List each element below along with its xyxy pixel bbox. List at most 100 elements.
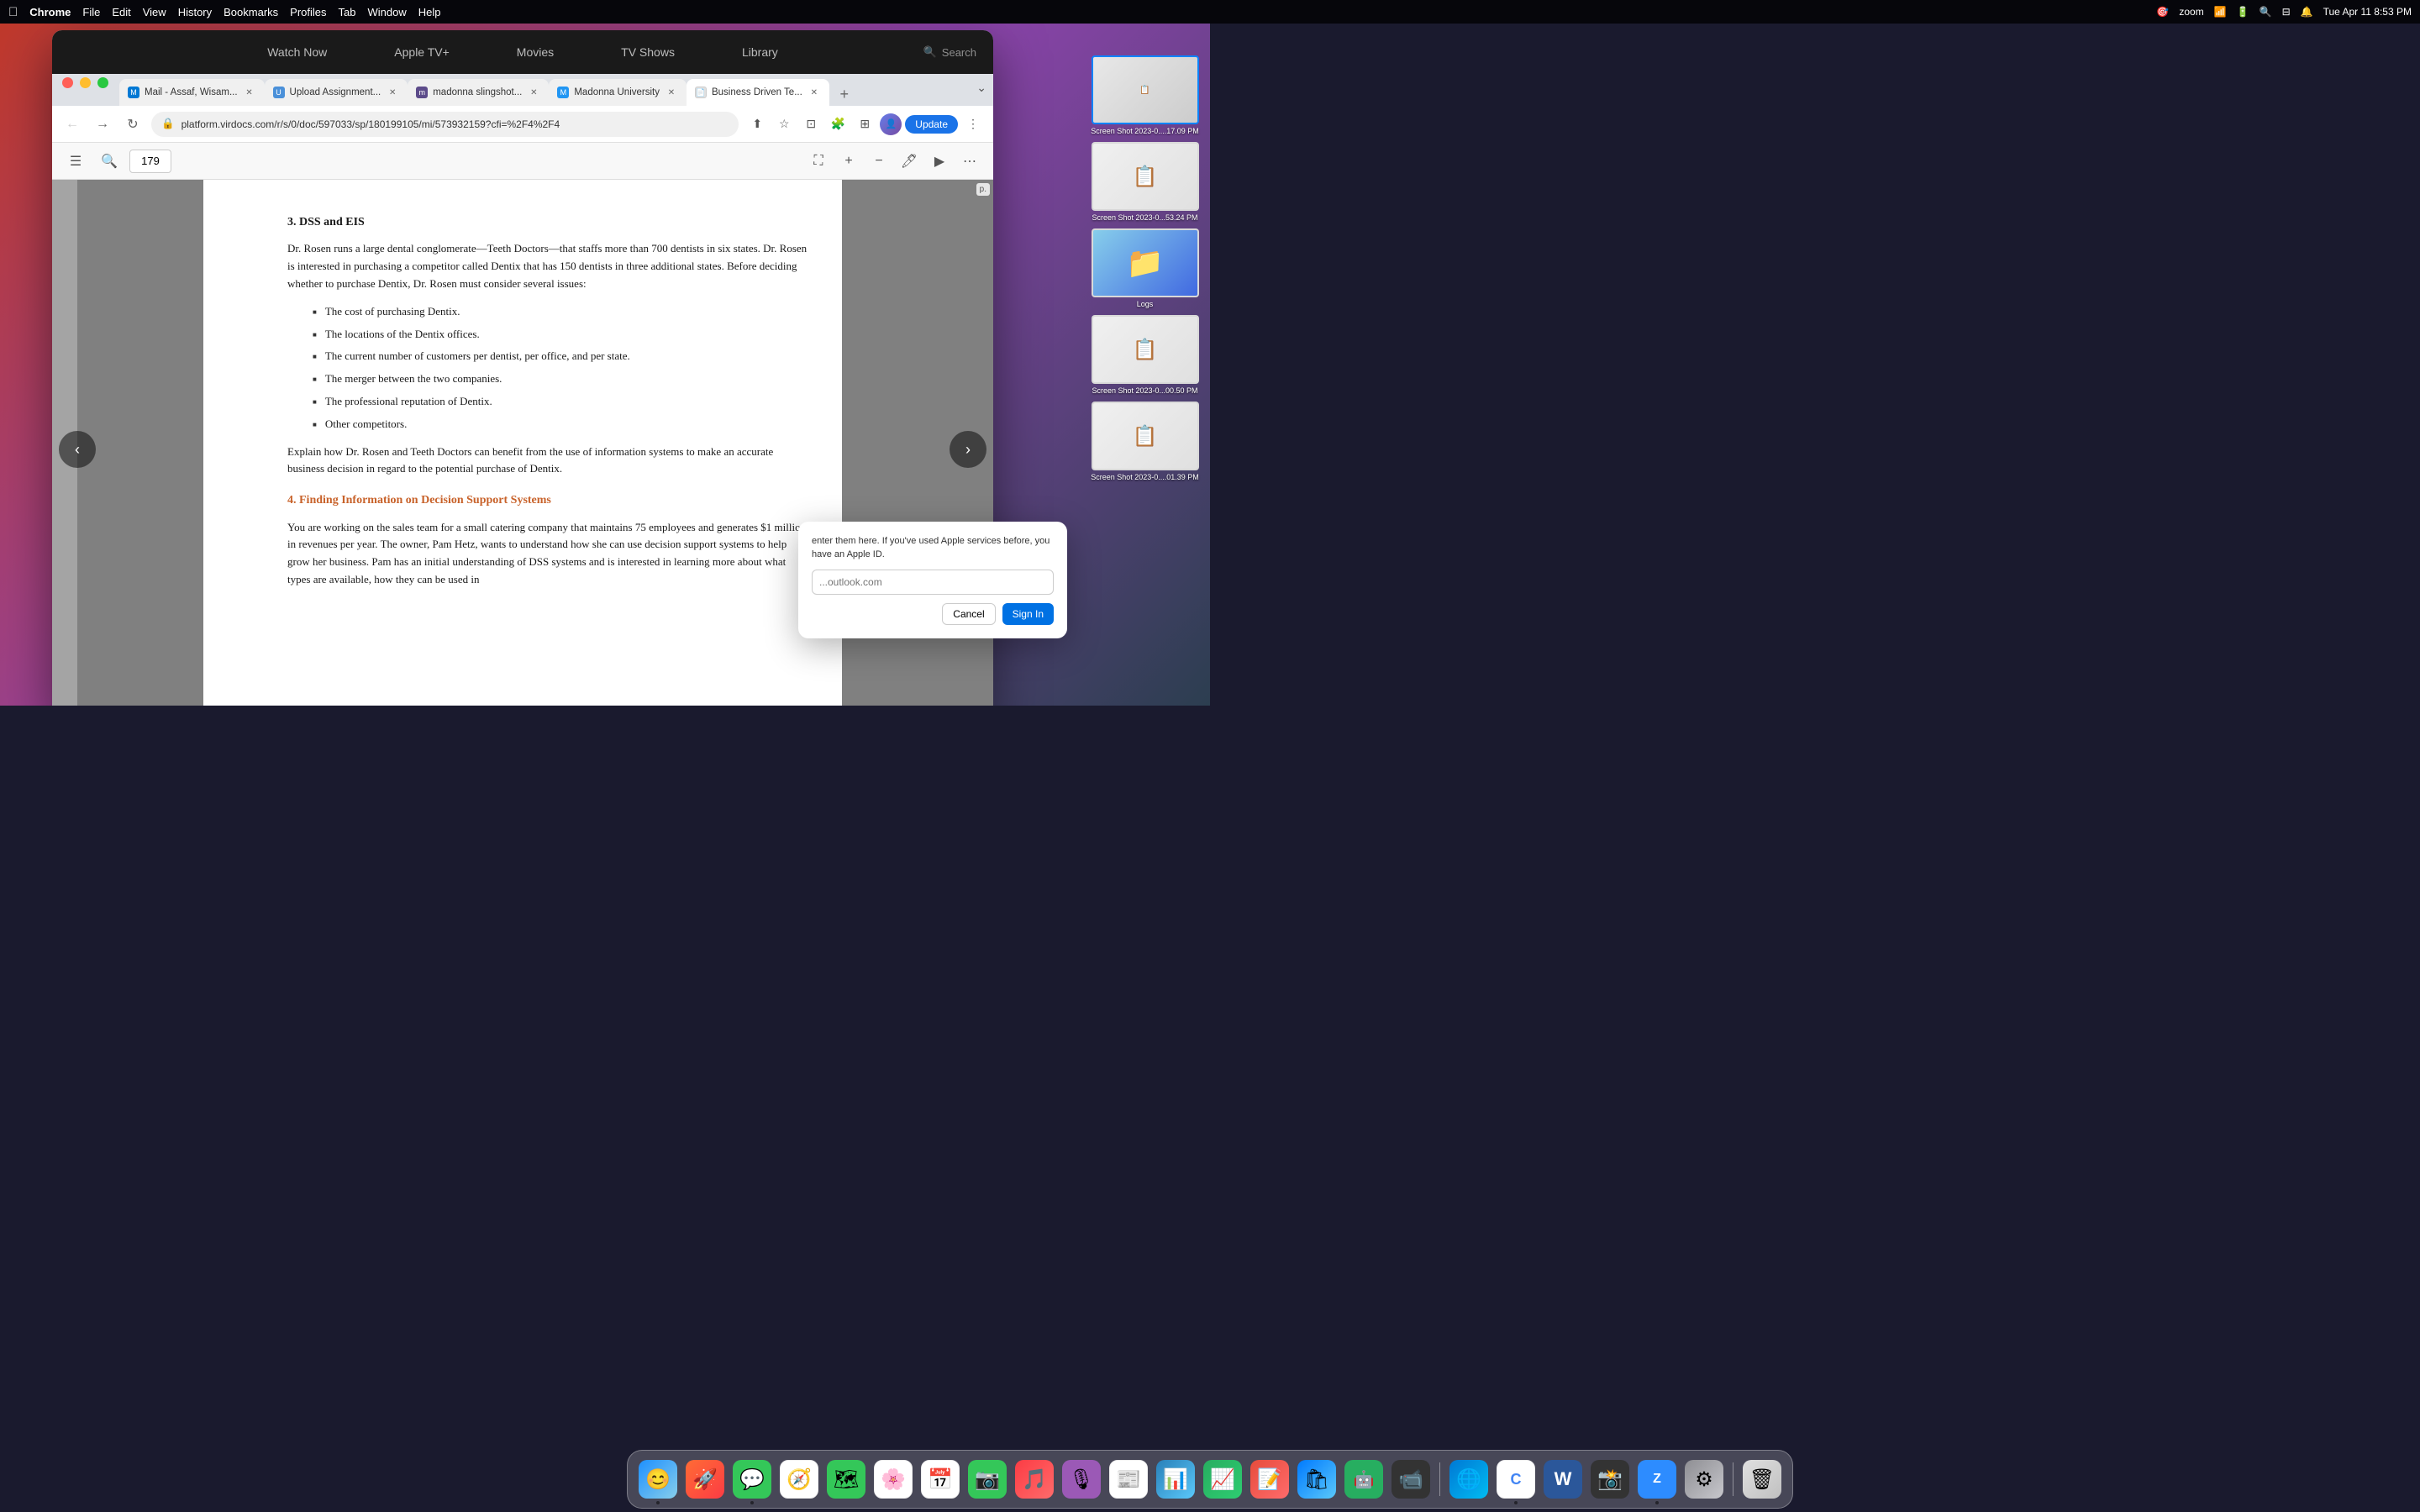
chrome-menu-icon[interactable]: ⋮ (961, 113, 985, 136)
bookmark-icon[interactable]: ☆ (772, 113, 796, 136)
pdf-play-button[interactable]: ▶ (926, 148, 953, 175)
dock-item-zoom[interactable]: Z (1635, 1457, 1679, 1501)
desktop-item-screenshot3[interactable]: 📋 Screen Shot 2023-0...00.50 PM (1086, 315, 1203, 395)
tab-madonna[interactable]: m madonna slingshot... ✕ (408, 79, 549, 106)
new-tab-button[interactable]: + (833, 82, 856, 106)
update-button[interactable]: Update (905, 115, 958, 134)
signin-email-input[interactable] (812, 570, 1054, 595)
pdf-page-number-input[interactable] (129, 150, 171, 173)
tab-favicon-business: 📄 (695, 87, 707, 98)
dock-item-messages[interactable]: 💬 (730, 1457, 774, 1501)
dock-item-maps[interactable]: 🗺 (824, 1457, 868, 1501)
pdf-more-button[interactable]: ⋯ (956, 148, 983, 175)
split-view-icon[interactable]: ⊞ (853, 113, 876, 136)
zoom-dock-icon: Z (1638, 1460, 1676, 1499)
appletv-search-label: Search (942, 46, 976, 59)
menu-tab[interactable]: Tab (339, 6, 356, 18)
wifi-icon[interactable]: 📶 (2214, 6, 2227, 18)
menu-file[interactable]: File (82, 6, 100, 18)
tab-close-mail[interactable]: ✕ (243, 86, 256, 99)
dock-item-safari[interactable]: 🧭 (777, 1457, 821, 1501)
desktop-item-screenshot4[interactable]: 📋 Screen Shot 2023-0....01.39 PM (1086, 402, 1203, 481)
dock-item-launchpad[interactable]: 🚀 (683, 1457, 727, 1501)
maximize-button[interactable] (97, 77, 108, 88)
launchpad-icon: 🚀 (686, 1460, 724, 1499)
dock-item-music[interactable]: 🎵 (1013, 1457, 1056, 1501)
dock-item-pages[interactable]: 📝 (1248, 1457, 1292, 1501)
dock-item-calendar[interactable]: 📅 (918, 1457, 962, 1501)
calendar-icon: 📅 (921, 1460, 960, 1499)
notification-icon[interactable]: 🔔 (2301, 6, 2313, 18)
close-button[interactable] (62, 77, 73, 88)
back-button[interactable]: ← (60, 113, 84, 136)
dock-item-android[interactable]: 🤖 (1342, 1457, 1386, 1501)
dock-item-keynote[interactable]: 📊 (1154, 1457, 1197, 1501)
appletv-library[interactable]: Library (734, 40, 786, 64)
dock-item-news[interactable]: 📰 (1107, 1457, 1150, 1501)
dock-item-podcasts[interactable]: 🎙 (1060, 1457, 1103, 1501)
apple-menu[interactable]:  (8, 5, 18, 19)
bullet-marker-4: ■ (313, 375, 317, 386)
dock-item-numbers[interactable]: 📈 (1201, 1457, 1244, 1501)
menu-edit[interactable]: Edit (112, 6, 130, 18)
forward-button[interactable]: → (91, 113, 114, 136)
appletv-tvshows[interactable]: TV Shows (613, 40, 683, 64)
dock-item-facetime[interactable]: 📷 (965, 1457, 1009, 1501)
menu-help[interactable]: Help (418, 6, 441, 18)
dock-item-screenrecorder[interactable]: 📹 (1389, 1457, 1433, 1501)
tab-close-madonna-uni[interactable]: ✕ (665, 86, 678, 99)
dock-item-photos[interactable]: 🌸 (871, 1457, 915, 1501)
pdf-zoom-in-button[interactable]: + (835, 148, 862, 175)
zoom-dot (1655, 1501, 1659, 1504)
dock-item-appstore[interactable]: 🛍 (1295, 1457, 1339, 1501)
menu-window[interactable]: Window (368, 6, 407, 18)
tab-close-upload[interactable]: ✕ (386, 86, 399, 99)
tab-close-business[interactable]: ✕ (808, 86, 821, 99)
desktop-item-screenshot1[interactable]: 📋 Screen Shot 2023-0....17.09 PM (1086, 55, 1203, 135)
appletv-watch-now[interactable]: Watch Now (259, 40, 335, 64)
signin-submit-button[interactable]: Sign In (1002, 603, 1054, 625)
reload-button[interactable]: ↻ (121, 113, 145, 136)
menu-bookmarks[interactable]: Bookmarks (224, 6, 278, 18)
dock-item-sysprefs[interactable]: ⚙ (1682, 1457, 1726, 1501)
dock-item-trash[interactable]: 🗑 (1740, 1457, 1784, 1501)
capture-icon[interactable]: ⊡ (799, 113, 823, 136)
menu-view[interactable]: View (143, 6, 166, 18)
profile-avatar[interactable]: 👤 (880, 113, 902, 135)
pdf-prev-button[interactable]: ‹ (59, 431, 96, 468)
pdf-zoom-out-button[interactable]: − (865, 148, 892, 175)
minimize-button[interactable] (80, 77, 91, 88)
url-bar[interactable]: 🔒 platform.virdocs.com/r/s/0/doc/597033/… (151, 112, 739, 137)
dock-item-finder[interactable]: 😊 (636, 1457, 680, 1501)
tabs-bar: M Mail - Assaf, Wisam... ✕ U Upload Assi… (52, 74, 993, 106)
menu-profiles[interactable]: Profiles (290, 6, 326, 18)
dock-item-camera[interactable]: 📸 (1588, 1457, 1632, 1501)
dock-item-edge[interactable]: 🌐 (1447, 1457, 1491, 1501)
appletv-search[interactable]: 🔍 Search (923, 45, 976, 59)
appletv-plus[interactable]: Apple TV+ (386, 40, 458, 64)
tab-close-madonna[interactable]: ✕ (527, 86, 540, 99)
app-name[interactable]: Chrome (29, 6, 71, 18)
signin-cancel-button[interactable]: Cancel (942, 603, 995, 625)
pdf-search-button[interactable]: 🔍 (96, 148, 123, 175)
tab-mail[interactable]: M Mail - Assaf, Wisam... ✕ (119, 79, 265, 106)
screen-thumb-inner-2: 📋 (1093, 144, 1197, 209)
extensions-icon[interactable]: 🧩 (826, 113, 850, 136)
tab-menu-icon[interactable]: ⌄ (976, 81, 986, 95)
desktop-item-screenshot2[interactable]: 📋 Screen Shot 2023-0...53.24 PM (1086, 142, 1203, 222)
share-icon[interactable]: ⬆ (745, 113, 769, 136)
appletv-movies[interactable]: Movies (508, 40, 562, 64)
control-center-icon[interactable]: ⊟ (2282, 6, 2291, 18)
search-icon[interactable]: 🔍 (2260, 6, 2272, 18)
desktop-item-logs[interactable]: 📁 Logs (1086, 228, 1203, 308)
tab-upload[interactable]: U Upload Assignment... ✕ (265, 79, 408, 106)
dock-item-chrome[interactable]: C (1494, 1457, 1538, 1501)
menu-history[interactable]: History (178, 6, 212, 18)
tab-business[interactable]: 📄 Business Driven Te... ✕ (687, 79, 829, 106)
tab-madonna-uni[interactable]: M Madonna University ✕ (549, 79, 687, 106)
pdf-menu-button[interactable]: ☰ (62, 148, 89, 175)
dock-item-word[interactable]: W (1541, 1457, 1585, 1501)
pdf-next-button[interactable]: › (950, 431, 986, 468)
pdf-annotation-button[interactable]: 🖊 (896, 148, 923, 175)
pdf-expand-button[interactable]: ⛶ (805, 148, 832, 175)
